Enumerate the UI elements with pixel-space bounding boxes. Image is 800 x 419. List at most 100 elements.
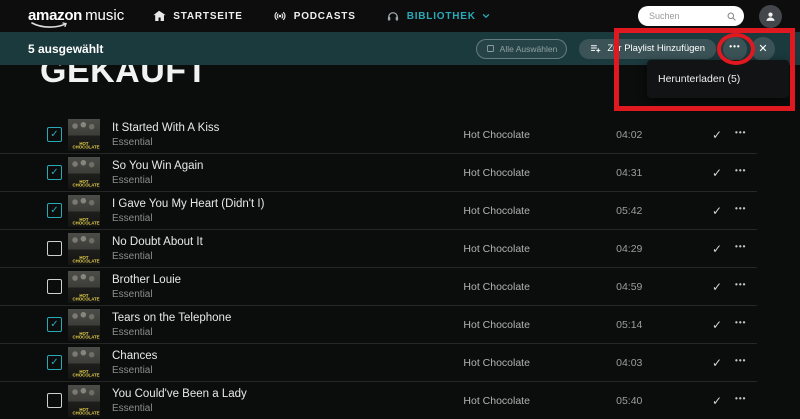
track-artist[interactable]: Hot Chocolate: [463, 205, 616, 217]
track-meta: It Started With A Kiss Essential: [112, 122, 463, 148]
search-input[interactable]: [649, 11, 719, 21]
track-duration: 04:31: [616, 166, 643, 179]
table-row[interactable]: ✓ HOTCHOCOLATE You Could've Been a Lady …: [0, 382, 757, 419]
track-title[interactable]: Chances: [112, 350, 463, 362]
downloaded-check-icon: ✓: [712, 355, 723, 370]
logo-music-text: music: [85, 6, 125, 24]
track-album: Essential: [112, 402, 153, 414]
track-more-button[interactable]: •••: [735, 204, 757, 217]
table-row[interactable]: ✓ HOT CHOCOLATE Tears on the Telephone Es…: [0, 306, 757, 344]
downloaded-check-icon: ✓: [712, 165, 723, 180]
track-title[interactable]: Tears on the Telephone: [112, 312, 463, 324]
headphones-icon: [386, 9, 400, 23]
track-meta: No Doubt About It Essential: [112, 236, 463, 262]
track-checkbox[interactable]: ✓: [47, 203, 62, 218]
nav-item-podcasts[interactable]: PODCASTS: [273, 9, 356, 23]
track-artist[interactable]: Hot Chocolate: [463, 319, 616, 331]
track-artist[interactable]: Hot Chocolate: [463, 167, 616, 179]
selection-buttons: Alle Auswählen Zur Playlist Hinzufügen •…: [475, 36, 775, 61]
track-title[interactable]: I Gave You My Heart (Didn't I): [112, 198, 463, 210]
track-duration: 04:29: [616, 242, 643, 255]
track-more-button[interactable]: •••: [735, 128, 757, 141]
track-album: Essential: [112, 212, 153, 224]
track-meta: So You Win Again Essential: [112, 160, 463, 186]
more-options-dropdown: Herunterladen (5): [647, 60, 789, 98]
nav-item-startseite[interactable]: STARTSEITE: [152, 9, 242, 23]
track-title[interactable]: Brother Louie: [112, 274, 463, 286]
track-artist[interactable]: Hot Chocolate: [463, 243, 616, 255]
track-album: Essential: [112, 250, 153, 262]
track-meta: I Gave You My Heart (Didn't I) Essential: [112, 198, 463, 224]
table-row[interactable]: ✓ HOTCHOCOLATE No Doubt About It Essenti…: [0, 230, 757, 268]
album-art: HOT CHOCOLATE: [68, 346, 100, 379]
track-artist[interactable]: Hot Chocolate: [463, 129, 616, 141]
track-title[interactable]: You Could've Been a Lady: [112, 388, 463, 400]
download-menu-item[interactable]: Herunterladen (5): [658, 73, 740, 85]
track-more-button[interactable]: •••: [735, 280, 757, 293]
track-album: Essential: [112, 364, 153, 376]
table-row[interactable]: ✓ HOT CHOCOLATE I Gave You My Heart (Didn…: [0, 192, 757, 230]
more-options-button[interactable]: •••: [723, 36, 747, 61]
table-row[interactable]: ✓ HOT CHOCOLATE Chances Essential Hot Cho…: [0, 344, 757, 382]
downloaded-check-icon: ✓: [712, 393, 723, 408]
checkbox-outline-icon: [486, 45, 494, 52]
add-to-playlist-button[interactable]: Zur Playlist Hinzufügen: [579, 38, 716, 59]
album-art-text: HOT CHOCOLATE: [72, 369, 100, 378]
select-all-label: Alle Auswählen: [499, 43, 558, 54]
amazon-music-logo[interactable]: amazon music: [28, 6, 125, 28]
track-meta: Brother Louie Essential: [112, 274, 463, 300]
track-more-button[interactable]: •••: [735, 318, 757, 331]
track-album: Essential: [112, 288, 153, 300]
person-icon: [766, 12, 775, 21]
track-duration: 04:03: [616, 356, 643, 369]
track-checkbox[interactable]: ✓: [47, 279, 62, 294]
nav-item-bibliothek[interactable]: BIBLIOTHEK: [386, 9, 491, 23]
track-artist[interactable]: Hot Chocolate: [463, 395, 616, 407]
track-checkbox[interactable]: ✓: [47, 393, 62, 408]
table-row[interactable]: ✓ HOT CHOCOLATE It Started With A Kiss Es…: [0, 116, 757, 154]
close-selection-button[interactable]: ✕: [751, 36, 775, 61]
track-artist[interactable]: Hot Chocolate: [463, 357, 616, 369]
track-more-button[interactable]: •••: [735, 166, 757, 179]
downloaded-check-icon: ✓: [712, 203, 723, 218]
track-duration: 04:59: [616, 280, 643, 293]
track-album: Essential: [112, 174, 153, 186]
track-title[interactable]: So You Win Again: [112, 160, 463, 172]
search-icon[interactable]: [726, 11, 737, 22]
track-checkbox[interactable]: ✓: [47, 241, 62, 256]
chevron-down-icon: [481, 11, 491, 21]
album-art-text: HOT CHOCOLATE: [72, 255, 100, 264]
checkbox-check-icon: ✓: [50, 166, 59, 178]
track-album: Essential: [112, 326, 153, 338]
user-avatar-button[interactable]: [759, 4, 782, 28]
nav-item-label: STARTSEITE: [173, 10, 243, 22]
track-more-button[interactable]: •••: [735, 394, 757, 407]
podcast-icon: [273, 9, 287, 23]
track-duration: 05:14: [616, 318, 643, 331]
track-checkbox[interactable]: ✓: [47, 165, 62, 180]
amazon-smile-icon: [31, 21, 67, 28]
track-more-button[interactable]: •••: [735, 356, 757, 369]
search-box[interactable]: [638, 6, 744, 26]
checkbox-check-icon: ✓: [50, 204, 59, 216]
album-art: HOT CHOCOLATE: [68, 156, 100, 189]
track-more-button[interactable]: •••: [735, 242, 757, 255]
track-checkbox[interactable]: ✓: [47, 317, 62, 332]
track-title[interactable]: It Started With A Kiss: [112, 122, 463, 134]
table-row[interactable]: ✓ HOTCHOCOLATE Brother Louie Essential H…: [0, 268, 757, 306]
downloaded-check-icon: ✓: [712, 279, 723, 294]
table-row[interactable]: ✓ HOT CHOCOLATE So You Win Again Essentia…: [0, 154, 757, 192]
selection-count: 5 ausgewählt: [28, 41, 104, 56]
track-album: Essential: [112, 136, 153, 148]
track-meta: Tears on the Telephone Essential: [112, 312, 463, 338]
album-art: HOT CHOCOLATE: [68, 232, 100, 265]
track-artist[interactable]: Hot Chocolate: [463, 281, 616, 293]
checkbox-check-icon: ✓: [50, 356, 59, 368]
track-title[interactable]: No Doubt About It: [112, 236, 463, 248]
album-art: HOT CHOCOLATE: [68, 308, 100, 341]
downloaded-check-icon: ✓: [712, 241, 723, 256]
track-checkbox[interactable]: ✓: [47, 355, 62, 370]
track-checkbox[interactable]: ✓: [47, 127, 62, 142]
album-art: HOT CHOCOLATE: [68, 384, 100, 417]
select-all-button[interactable]: Alle Auswählen: [475, 38, 568, 59]
